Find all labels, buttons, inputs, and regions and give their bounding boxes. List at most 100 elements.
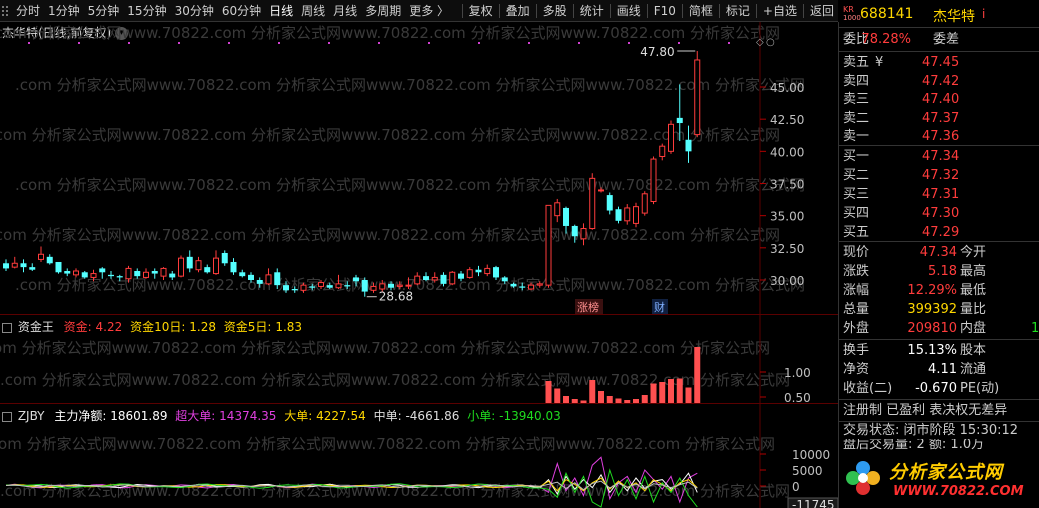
period-tab[interactable]: 周线 [297,0,329,22]
tool-button[interactable]: +自选 [759,0,801,22]
tool-button[interactable]: 复权 [465,0,497,22]
candle-body [370,285,377,291]
candle-body [160,267,167,277]
marker-dot [278,42,280,44]
candle-body [528,284,534,290]
candle-body [55,261,62,273]
diamond-icon: ◇ [756,37,764,48]
period-tab[interactable]: 5分钟 [84,0,124,22]
zjw-bar [650,383,657,403]
ask-label: 卖三 [843,92,870,107]
candle-body [143,271,149,278]
zjw-bar [694,347,701,403]
stat-label: 总量 [843,302,870,317]
tool-button[interactable]: 多股 [539,0,571,22]
marker-dot [378,42,380,44]
bid-label: 买五 [843,225,870,240]
zjw-bar [598,391,604,403]
period-tab[interactable]: 日线 [265,0,297,22]
candle-body [73,270,79,276]
watermark-text: .com 分析家公式网www.70822.com 分析家公式网www.70822… [15,176,805,194]
candle-body [423,276,429,280]
marker-dot [328,42,330,44]
period-tab[interactable]: 月线 [329,0,361,22]
candle-body [125,267,132,280]
tool-button[interactable]: 简框 [685,0,717,22]
stock-name: 杰华特 [933,9,975,25]
bid-price: 47.31 [922,187,960,202]
period-tab[interactable]: 15分钟 [123,0,170,22]
ask-price: 47.40 [922,92,960,107]
candle-body [379,283,386,290]
tool-button[interactable]: 统计 [576,0,608,22]
candle-body [685,139,692,152]
tags-line: 注册制 已盈利 表决权无差异 [843,403,1008,418]
bid-price: 47.29 [922,225,960,240]
candle-body [169,273,176,278]
stat-label: 外盘 [843,321,870,336]
tool-button[interactable]: F10 [650,0,680,22]
zjw-bar [641,395,648,403]
bid-label: 买四 [843,206,870,221]
stat2-label: 净资 [843,362,870,377]
trade-status-row: 交易状态: 闭市阶段 15:30:12 [839,421,1039,441]
ask-row: 卖三 47.40 [839,90,1039,110]
info-icon[interactable]: i [982,7,985,21]
zjby-line-chart[interactable]: .com 分析家公式网www.70822.com 分析家公式网www.70822… [0,404,838,508]
candle-body [99,268,106,273]
stat-value: 5.18 [928,264,957,279]
candle-body [134,270,141,277]
stat2-value: 15.13% [907,343,957,358]
stat-row: 涨跌 5.18 最高 [839,262,1039,282]
period-tab[interactable]: 更多 〉 [405,0,453,22]
circle-icon: ○ [766,37,775,48]
bid-row: 买一 47.34 [839,147,1039,167]
period-tab[interactable]: 多周期 [361,0,405,22]
candlestick-chart[interactable]: .com 分析家公式网www.70822.com 分析家公式网www.70822… [0,22,838,315]
stat2-value: 4.11 [928,362,957,377]
candle-body [606,195,613,211]
site-logo: 分析家公式网 WWW.70822.COM [839,452,1039,508]
candle-body [186,256,193,269]
candle-body [353,277,359,282]
tool-button[interactable]: 返回 [806,0,838,22]
candle-body [615,209,622,221]
candle-body [484,267,491,275]
period-tab[interactable]: 30分钟 [171,0,218,22]
period-tab[interactable]: 分时 [12,0,44,22]
ask-price: 47.42 [922,73,960,89]
period-tab[interactable]: 1分钟 [44,0,84,22]
zjw-bar [554,388,561,403]
toolbar-separator [498,3,500,18]
candle-body [64,270,71,274]
watermark-text: .com 分析家公式网www.70822.com 分析家公式网www.70822… [0,339,770,357]
period-tab[interactable]: 60分钟 [218,0,265,22]
weibi-row: 委比 78.28% 委差 [839,30,1039,50]
divider [839,339,1039,340]
tool-button[interactable]: 画线 [613,0,645,22]
stat2-row: 换手 15.13% 股本 [839,341,1039,361]
y-tick-label: 0.50 [784,391,811,403]
bottom-value-label: -11745 [792,498,835,508]
candle-body [361,280,368,292]
stock-code: 688141 [860,6,914,22]
divider [839,145,1039,146]
tool-button[interactable]: 标记 [722,0,754,22]
bid-price: 47.34 [922,149,960,164]
ask-label: 卖一 [843,129,870,144]
tool-button[interactable]: 叠加 [502,0,534,22]
grip-icon[interactable] [0,0,12,22]
candle-body [405,284,412,287]
limit-up-tag: 涨榜 [577,300,599,314]
candle-body [598,189,604,192]
candle-body [668,123,674,152]
y-tick-label: 1.00 [784,366,811,380]
candle-body [248,274,254,280]
ask-label: 卖五 [843,55,870,70]
toolbar-separator [572,3,574,18]
candle-body [571,225,578,237]
watermark-text: .com 分析家公式网www.70822.com 分析家公式网www.70822… [15,76,805,94]
candle-body [466,269,473,278]
ask-price: 47.45 [922,55,960,70]
zjw-bar-chart[interactable]: .com 分析家公式网www.70822.com 分析家公式网www.70822… [0,315,838,403]
